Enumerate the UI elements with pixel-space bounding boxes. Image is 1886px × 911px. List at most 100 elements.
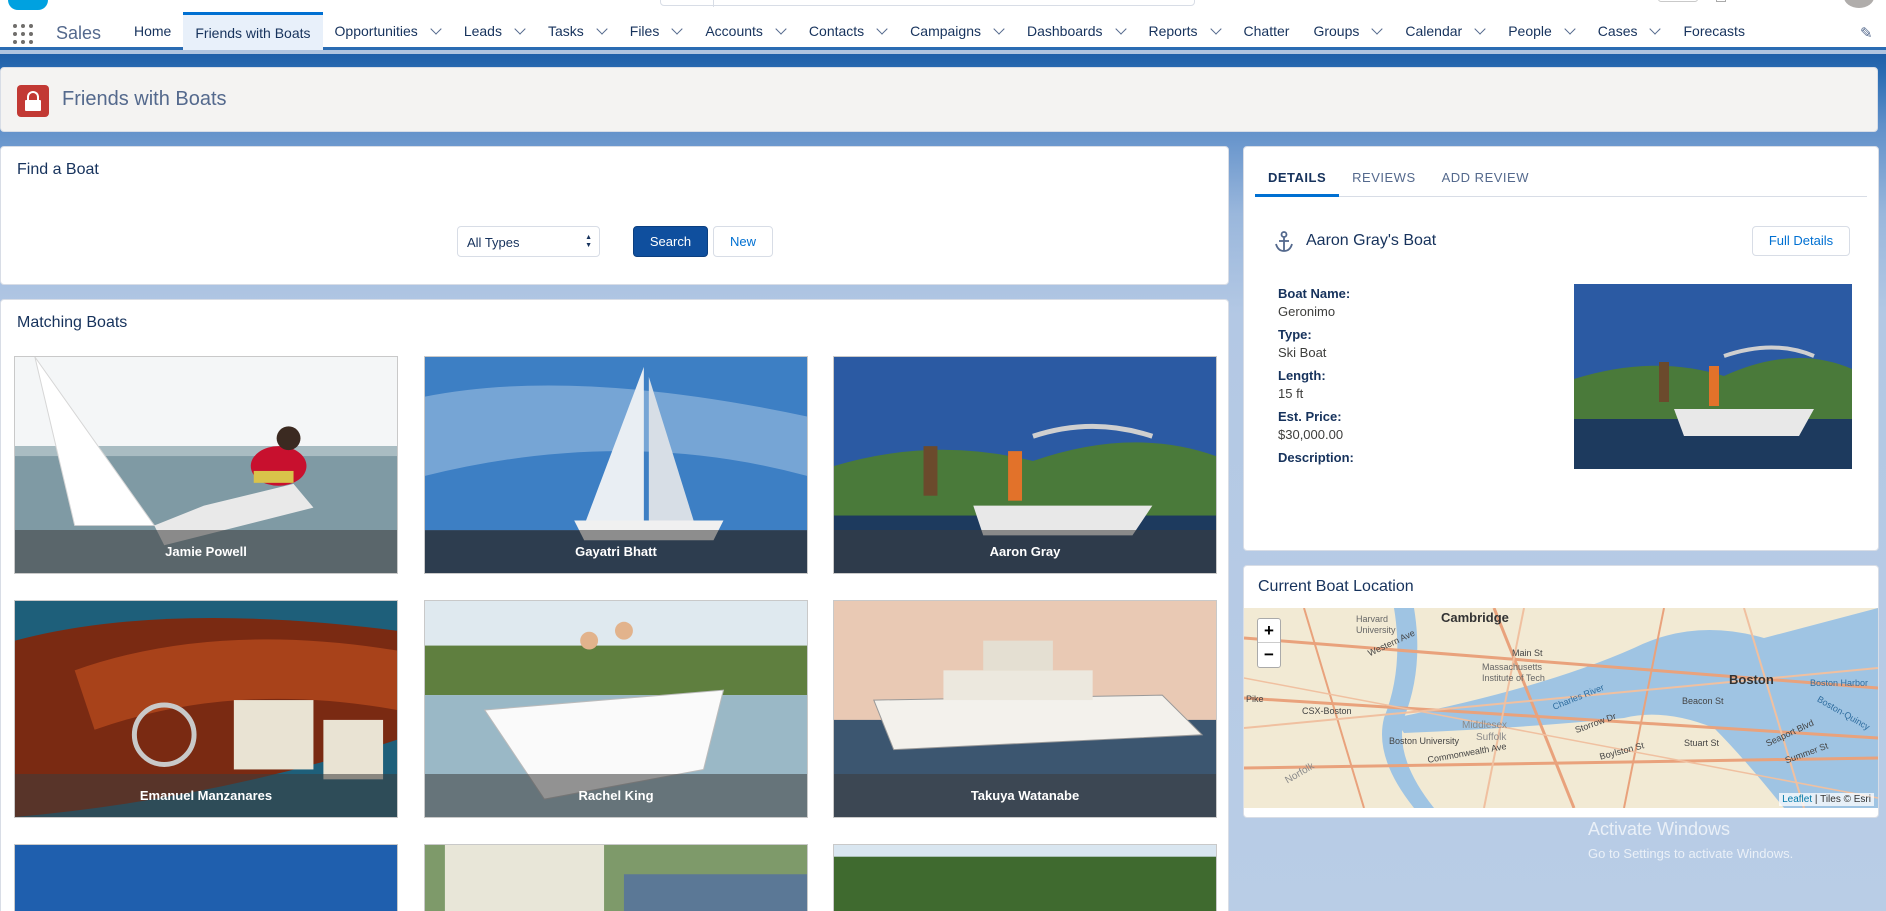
- edit-nav-pencil-icon[interactable]: ✎: [1860, 24, 1873, 42]
- select-arrows-icon: ▲ ▼: [585, 234, 592, 249]
- nav-item-people[interactable]: People: [1496, 12, 1586, 50]
- leaflet-link[interactable]: Leaflet: [1782, 794, 1812, 805]
- nav-item-cases[interactable]: Cases: [1586, 12, 1672, 50]
- nav-item-opportunities[interactable]: Opportunities: [323, 12, 452, 50]
- boat-tile[interactable]: [14, 844, 398, 911]
- full-details-button[interactable]: Full Details: [1752, 226, 1850, 256]
- chevron-down-icon[interactable]: [430, 23, 442, 35]
- map-label-stuart-st: Stuart St: [1684, 738, 1720, 748]
- boat-location-map[interactable]: Cambridge Boston Harvard University Main…: [1244, 608, 1878, 808]
- chevron-down-icon[interactable]: [671, 23, 683, 35]
- chevron-down-icon[interactable]: [993, 23, 1005, 35]
- map-label-beacon-st: Beacon St: [1682, 696, 1724, 706]
- favorites-button[interactable]: [1658, 0, 1698, 2]
- nav-item-chatter[interactable]: Chatter: [1232, 12, 1302, 50]
- find-boat-title: Find a Boat: [17, 161, 99, 178]
- nav-item-groups[interactable]: Groups: [1301, 12, 1393, 50]
- watermark-subtitle: Go to Settings to activate Windows.: [1588, 846, 1794, 861]
- nav-item-home[interactable]: Home: [122, 12, 183, 50]
- nav-item-tasks[interactable]: Tasks: [536, 12, 618, 50]
- salesforce-logo[interactable]: [8, 0, 48, 10]
- nav-item-contacts[interactable]: Contacts: [797, 12, 898, 50]
- boat-type-select[interactable]: All Types ▲ ▼: [457, 226, 600, 257]
- nav-item-calendar[interactable]: Calendar: [1393, 12, 1496, 50]
- nav-item-files[interactable]: Files: [618, 12, 694, 50]
- chevron-down-icon[interactable]: [876, 23, 888, 35]
- map-label-boston-university: Boston University: [1389, 736, 1460, 746]
- boat-name-value: Geronimo: [1278, 304, 1336, 319]
- nav-item-label: Forecasts: [1683, 23, 1745, 39]
- boat-detail-photo: [1574, 284, 1852, 469]
- nav-item-forecasts[interactable]: Forecasts: [1671, 12, 1756, 50]
- chevron-down-icon[interactable]: [514, 23, 526, 35]
- details-tabs: DETAILS REVIEWS ADD REVIEW: [1255, 163, 1867, 197]
- boat-tile[interactable]: Gayatri Bhatt: [424, 356, 808, 574]
- lock-icon: [17, 85, 49, 117]
- nav-item-friends-with-boats[interactable]: Friends with Boats: [183, 12, 323, 50]
- boat-type-select-value: All Types: [467, 235, 520, 250]
- boat-tile[interactable]: Jamie Powell: [14, 356, 398, 574]
- tiles-attribution: | Tiles © Esri: [1812, 794, 1871, 805]
- map-label-boston: Boston: [1729, 672, 1774, 687]
- boat-owner-name: Emanuel Manzanares: [15, 774, 397, 817]
- nav-item-reports[interactable]: Reports: [1137, 12, 1232, 50]
- boat-photo-dock: [425, 845, 807, 911]
- chevron-down-icon[interactable]: [1564, 23, 1576, 35]
- map-attribution: Leaflet | Tiles © Esri: [1779, 793, 1874, 806]
- page-title: Friends with Boats: [62, 88, 227, 110]
- nav-item-label: Reports: [1148, 23, 1198, 39]
- zoom-out-button[interactable]: −: [1258, 643, 1280, 667]
- nav-item-label: Groups: [1313, 23, 1360, 39]
- chevron-down-icon[interactable]: [1209, 23, 1222, 35]
- boat-owner-name: Jamie Powell: [15, 530, 397, 573]
- boat-tile[interactable]: [424, 844, 808, 911]
- boat-details-card: DETAILS REVIEWS ADD REVIEW Aaron Gray's …: [1243, 146, 1879, 551]
- search-button[interactable]: Search: [633, 226, 708, 257]
- boat-tile[interactable]: Emanuel Manzanares: [14, 600, 398, 818]
- nav-item-label: Chatter: [1243, 23, 1290, 39]
- boat-tile[interactable]: Aaron Gray: [833, 356, 1217, 574]
- map-title: Current Boat Location: [1258, 578, 1414, 595]
- anchor-icon: [1275, 231, 1293, 252]
- nav-item-label: Home: [134, 23, 172, 39]
- matching-boats-card: Matching Boats Jamie Powell Gayatri Bhat…: [0, 299, 1229, 911]
- user-avatar[interactable]: [1844, 0, 1874, 8]
- setup-icon[interactable]: [1716, 0, 1726, 2]
- chevron-down-icon[interactable]: [775, 23, 787, 35]
- matching-boats-title: Matching Boats: [17, 314, 128, 331]
- chevron-down-icon[interactable]: [1649, 23, 1662, 35]
- chevron-down-icon[interactable]: [1474, 23, 1486, 35]
- nav-items: Home Friends with Boats Opportunities Leads…: [122, 12, 1757, 50]
- nav-item-label: Calendar: [1405, 23, 1463, 39]
- boat-name-label: Boat Name:: [1278, 286, 1351, 301]
- boat-owner-name: Aaron Gray: [834, 530, 1216, 573]
- map-label-pike: Pike: [1246, 694, 1264, 704]
- tab-details[interactable]: DETAILS: [1255, 163, 1340, 197]
- nav-item-campaigns[interactable]: Campaigns: [898, 12, 1015, 50]
- nav-item-label: Cases: [1597, 23, 1638, 39]
- map-label-suffolk: Suffolk: [1476, 732, 1507, 743]
- map-zoom-control: + −: [1257, 618, 1281, 668]
- boat-type-label: Type:: [1278, 327, 1312, 342]
- chevron-down-icon[interactable]: [596, 23, 608, 35]
- boat-tile[interactable]: Takuya Watanabe: [833, 600, 1217, 818]
- app-launcher-icon[interactable]: [13, 24, 33, 44]
- boat-tile[interactable]: [833, 844, 1217, 911]
- nav-item-leads[interactable]: Leads: [452, 12, 536, 50]
- global-header: [0, 0, 1886, 12]
- boat-description-value: [1278, 467, 1538, 490]
- chevron-down-icon[interactable]: [1114, 23, 1127, 35]
- global-search-input[interactable]: [660, 0, 1195, 7]
- zoom-in-button[interactable]: +: [1258, 619, 1280, 643]
- page-header: Friends with Boats: [0, 67, 1878, 132]
- nav-item-label: Campaigns: [910, 23, 981, 39]
- tab-add-review[interactable]: ADD REVIEW: [1429, 163, 1542, 197]
- tab-reviews[interactable]: REVIEWS: [1339, 163, 1428, 197]
- chevron-down-icon[interactable]: [1371, 23, 1384, 35]
- boat-type-value: Ski Boat: [1278, 345, 1327, 360]
- nav-item-accounts[interactable]: Accounts: [693, 12, 797, 50]
- boat-tile[interactable]: Rachel King: [424, 600, 808, 818]
- nav-item-dashboards[interactable]: Dashboards: [1015, 12, 1137, 50]
- nav-item-label: Files: [629, 23, 660, 39]
- new-button[interactable]: New: [713, 226, 773, 257]
